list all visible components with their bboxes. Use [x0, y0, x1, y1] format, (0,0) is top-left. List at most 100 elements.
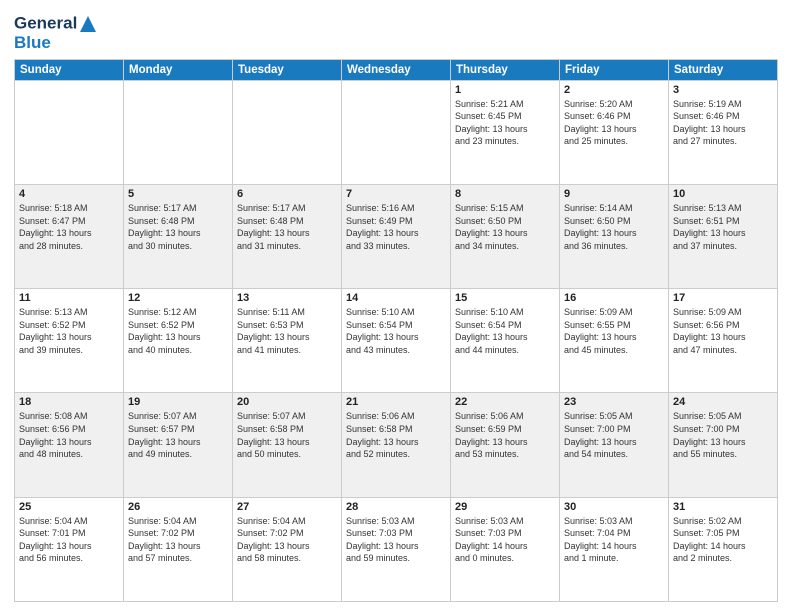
day-number: 5 [128, 188, 228, 200]
day-cell: 3 Sunrise: 5:19 AMSunset: 6:46 PMDaylight… [669, 80, 778, 184]
day-cell: 12Sunrise: 5:12 AMSunset: 6:52 PMDayligh… [124, 289, 233, 393]
day-info: Sunrise: 5:18 AMSunset: 6:47 PMDaylight:… [19, 202, 119, 252]
weekday-header-monday: Monday [124, 59, 233, 80]
day-cell: 8 Sunrise: 5:15 AMSunset: 6:50 PMDaylight… [451, 184, 560, 288]
day-cell: 10Sunrise: 5:13 AMSunset: 6:51 PMDayligh… [669, 184, 778, 288]
day-number: 11 [19, 292, 119, 304]
week-row-2: 4Sunrise: 5:18 AMSunset: 6:47 PMDaylight… [15, 184, 778, 288]
day-cell: 20 Sunrise: 5:07 AMSunset: 6:58 PMDayligh… [233, 393, 342, 497]
day-info: Sunrise: 5:07 AMSunset: 6:58 PMDaylight:… [237, 410, 337, 460]
day-number: 29 [455, 501, 555, 513]
day-cell: 7 Sunrise: 5:16 AMSunset: 6:49 PMDaylight… [342, 184, 451, 288]
day-number: 15 [455, 292, 555, 304]
weekday-header-row: SundayMondayTuesdayWednesdayThursdayFrid… [15, 59, 778, 80]
week-row-3: 11 Sunrise: 5:13 AMSunset: 6:52 PMDayligh… [15, 289, 778, 393]
day-cell [342, 80, 451, 184]
day-info: Sunrise: 5:06 AMSunset: 6:58 PMDaylight:… [346, 410, 446, 460]
day-info: Sunrise: 5:09 AMSunset: 6:55 PMDaylight:… [564, 306, 664, 356]
day-cell [233, 80, 342, 184]
day-number: 30 [564, 501, 664, 513]
day-info: Sunrise: 5:21 AMSunset: 6:45 PMDaylight:… [455, 98, 555, 148]
calendar-page: General Blue SundayMondayTuesdayWednesda… [0, 0, 792, 612]
day-cell: 2 Sunrise: 5:20 AMSunset: 6:46 PMDaylight… [560, 80, 669, 184]
day-info: Sunrise: 5:19 AMSunset: 6:46 PMDaylight:… [673, 98, 773, 148]
day-cell: 5 Sunrise: 5:17 AMSunset: 6:48 PMDaylight… [124, 184, 233, 288]
day-info: Sunrise: 5:15 AMSunset: 6:50 PMDaylight:… [455, 202, 555, 252]
logo-icon [78, 14, 98, 34]
day-info: Sunrise: 5:02 AMSunset: 7:05 PMDaylight:… [673, 515, 773, 565]
day-info: Sunrise: 5:14 AMSunset: 6:50 PMDaylight:… [564, 202, 664, 252]
day-info: Sunrise: 5:03 AMSunset: 7:03 PMDaylight:… [346, 515, 446, 565]
day-cell: 31 Sunrise: 5:02 AMSunset: 7:05 PMDayligh… [669, 497, 778, 601]
day-info: Sunrise: 5:04 AMSunset: 7:02 PMDaylight:… [128, 515, 228, 565]
day-number: 3 [673, 84, 773, 96]
day-number: 23 [564, 396, 664, 408]
logo-blue: Blue [14, 34, 99, 53]
day-number: 7 [346, 188, 446, 200]
day-cell: 24 Sunrise: 5:05 AMSunset: 7:00 PMDayligh… [669, 393, 778, 497]
day-cell: 30 Sunrise: 5:03 AMSunset: 7:04 PMDayligh… [560, 497, 669, 601]
day-number: 24 [673, 396, 773, 408]
day-number: 8 [455, 188, 555, 200]
day-number: 19 [128, 396, 228, 408]
day-info: Sunrise: 5:09 AMSunset: 6:56 PMDaylight:… [673, 306, 773, 356]
day-info: Sunrise: 5:05 AMSunset: 7:00 PMDaylight:… [673, 410, 773, 460]
day-number: 2 [564, 84, 664, 96]
day-cell: 14 Sunrise: 5:10 AMSunset: 6:54 PMDayligh… [342, 289, 451, 393]
day-cell: 29 Sunrise: 5:03 AMSunset: 7:03 PMDayligh… [451, 497, 560, 601]
day-number: 13 [237, 292, 337, 304]
day-cell: 22 Sunrise: 5:06 AMSunset: 6:59 PMDayligh… [451, 393, 560, 497]
day-cell: 19Sunrise: 5:07 AMSunset: 6:57 PMDayligh… [124, 393, 233, 497]
day-number: 14 [346, 292, 446, 304]
day-info: Sunrise: 5:13 AMSunset: 6:52 PMDaylight:… [19, 306, 119, 356]
day-info: Sunrise: 5:13 AMSunset: 6:51 PMDaylight:… [673, 202, 773, 252]
day-number: 27 [237, 501, 337, 513]
day-number: 16 [564, 292, 664, 304]
day-info: Sunrise: 5:10 AMSunset: 6:54 PMDaylight:… [346, 306, 446, 356]
day-number: 22 [455, 396, 555, 408]
day-info: Sunrise: 5:17 AMSunset: 6:48 PMDaylight:… [128, 202, 228, 252]
weekday-header-tuesday: Tuesday [233, 59, 342, 80]
day-info: Sunrise: 5:10 AMSunset: 6:54 PMDaylight:… [455, 306, 555, 356]
day-info: Sunrise: 5:20 AMSunset: 6:46 PMDaylight:… [564, 98, 664, 148]
day-cell: 28 Sunrise: 5:03 AMSunset: 7:03 PMDayligh… [342, 497, 451, 601]
day-cell: 9Sunrise: 5:14 AMSunset: 6:50 PMDaylight… [560, 184, 669, 288]
day-cell: 13Sunrise: 5:11 AMSunset: 6:53 PMDayligh… [233, 289, 342, 393]
day-cell: 17 Sunrise: 5:09 AMSunset: 6:56 PMDayligh… [669, 289, 778, 393]
day-info: Sunrise: 5:06 AMSunset: 6:59 PMDaylight:… [455, 410, 555, 460]
day-number: 25 [19, 501, 119, 513]
weekday-header-sunday: Sunday [15, 59, 124, 80]
day-info: Sunrise: 5:05 AMSunset: 7:00 PMDaylight:… [564, 410, 664, 460]
weekday-header-saturday: Saturday [669, 59, 778, 80]
day-number: 21 [346, 396, 446, 408]
day-info: Sunrise: 5:03 AMSunset: 7:03 PMDaylight:… [455, 515, 555, 565]
day-number: 31 [673, 501, 773, 513]
day-info: Sunrise: 5:04 AMSunset: 7:01 PMDaylight:… [19, 515, 119, 565]
day-info: Sunrise: 5:16 AMSunset: 6:49 PMDaylight:… [346, 202, 446, 252]
day-info: Sunrise: 5:03 AMSunset: 7:04 PMDaylight:… [564, 515, 664, 565]
day-number: 12 [128, 292, 228, 304]
calendar-table: SundayMondayTuesdayWednesdayThursdayFrid… [14, 59, 778, 602]
day-cell: 15 Sunrise: 5:10 AMSunset: 6:54 PMDayligh… [451, 289, 560, 393]
day-number: 6 [237, 188, 337, 200]
day-cell: 26 Sunrise: 5:04 AMSunset: 7:02 PMDayligh… [124, 497, 233, 601]
day-cell [15, 80, 124, 184]
day-cell: 1Sunrise: 5:21 AMSunset: 6:45 PMDaylight… [451, 80, 560, 184]
day-number: 26 [128, 501, 228, 513]
day-cell: 25 Sunrise: 5:04 AMSunset: 7:01 PMDayligh… [15, 497, 124, 601]
logo: General Blue [14, 14, 99, 53]
day-cell: 16 Sunrise: 5:09 AMSunset: 6:55 PMDayligh… [560, 289, 669, 393]
week-row-1: 1Sunrise: 5:21 AMSunset: 6:45 PMDaylight… [15, 80, 778, 184]
day-number: 28 [346, 501, 446, 513]
day-number: 20 [237, 396, 337, 408]
day-info: Sunrise: 5:17 AMSunset: 6:48 PMDaylight:… [237, 202, 337, 252]
weekday-header-wednesday: Wednesday [342, 59, 451, 80]
week-row-5: 25 Sunrise: 5:04 AMSunset: 7:01 PMDayligh… [15, 497, 778, 601]
calendar-body: 1Sunrise: 5:21 AMSunset: 6:45 PMDaylight… [15, 80, 778, 601]
header: General Blue [14, 10, 778, 53]
day-number: 18 [19, 396, 119, 408]
day-cell: 4Sunrise: 5:18 AMSunset: 6:47 PMDaylight… [15, 184, 124, 288]
weekday-header-thursday: Thursday [451, 59, 560, 80]
day-cell: 27Sunrise: 5:04 AMSunset: 7:02 PMDayligh… [233, 497, 342, 601]
day-number: 17 [673, 292, 773, 304]
